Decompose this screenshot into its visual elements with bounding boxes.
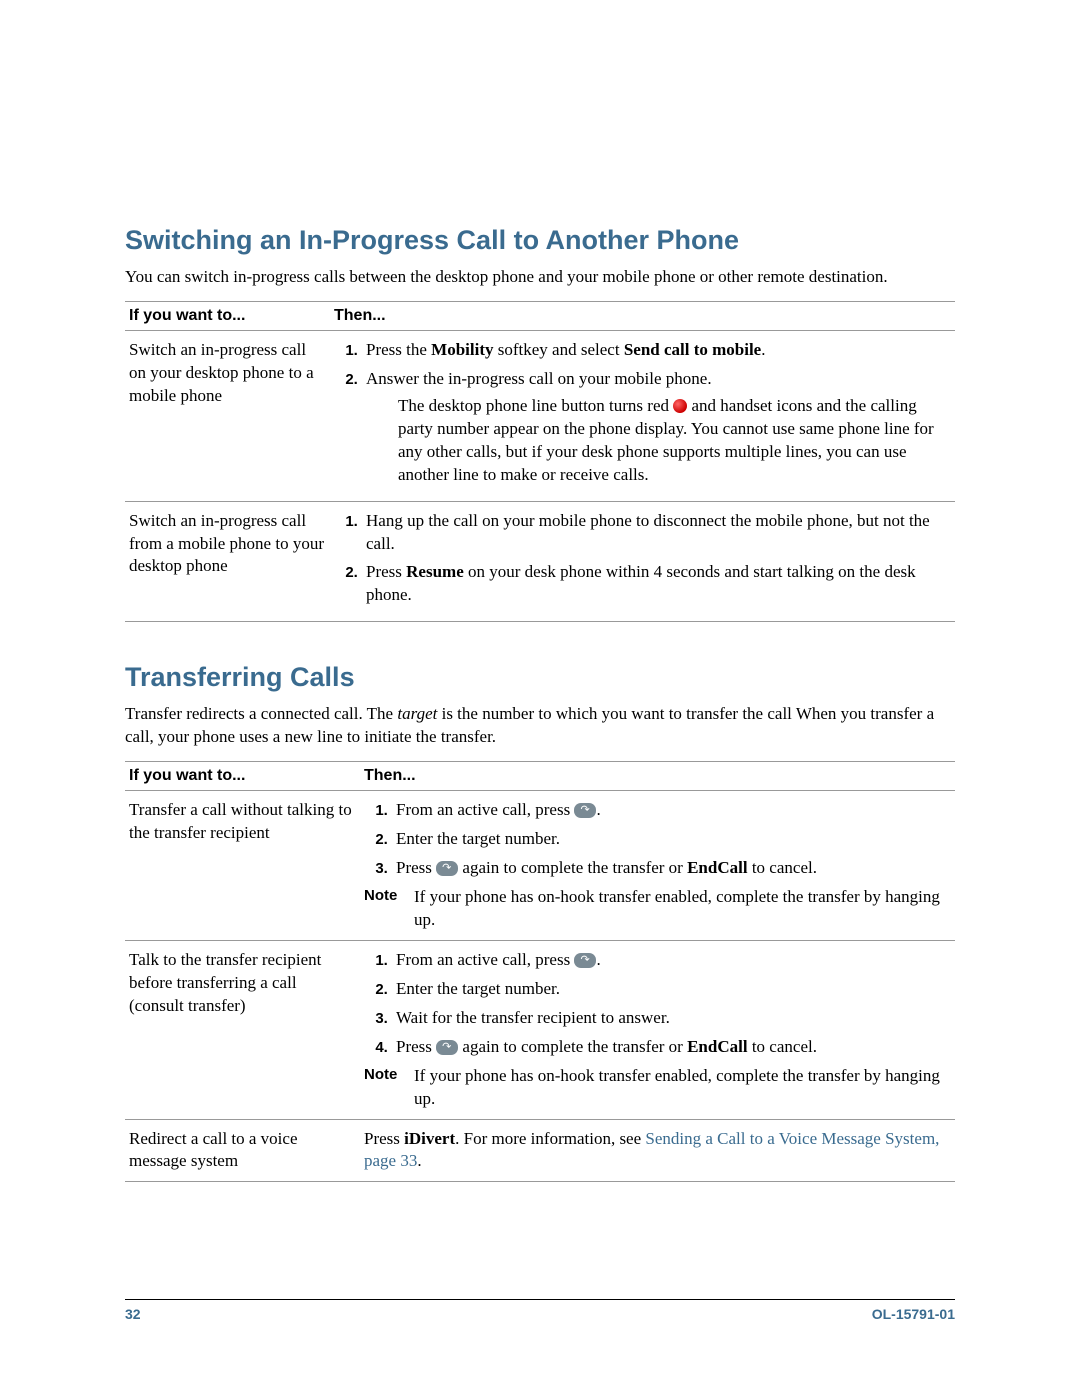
text: Press the xyxy=(366,340,431,359)
heading-switching: Switching an In-Progress Call to Another… xyxy=(125,225,955,256)
text: Press xyxy=(396,858,436,877)
table-switching: If you want to... Then... Switch an in-p… xyxy=(125,301,955,622)
text: Press xyxy=(366,562,406,581)
intro-switching: You can switch in-progress calls between… xyxy=(125,266,955,289)
table-row: Transfer a call without talking to the t… xyxy=(125,791,955,941)
table-transferring: If you want to... Then... Transfer a cal… xyxy=(125,761,955,1182)
softkey-name: Resume xyxy=(406,562,464,581)
text: . xyxy=(596,950,600,969)
transfer-icon xyxy=(436,1040,458,1055)
text: . xyxy=(761,340,765,359)
table-row: Switch an in-progress call on your deskt… xyxy=(125,330,955,501)
note-label: Note xyxy=(364,1065,414,1111)
cell-steps: Press iDivert. For more information, see… xyxy=(360,1119,955,1182)
text: again to complete the transfer or xyxy=(458,858,687,877)
table-header-row: If you want to... Then... xyxy=(125,301,955,330)
text: again to complete the transfer or xyxy=(458,1037,687,1056)
col-header-then: Then... xyxy=(330,301,955,330)
list-item: Answer the in-progress call on your mobi… xyxy=(362,368,947,487)
text: Press xyxy=(364,1129,404,1148)
intro-transferring: Transfer redirects a connected call. The… xyxy=(125,703,955,749)
cell-steps: From an active call, press . Enter the t… xyxy=(360,940,955,1119)
text: . xyxy=(417,1151,421,1170)
cell-goal: Redirect a call to a voice message syste… xyxy=(125,1119,360,1182)
list-item: Press the Mobility softkey and select Se… xyxy=(362,339,947,362)
note-body: If your phone has on-hook transfer enabl… xyxy=(414,886,947,932)
note: Note If your phone has on-hook transfer … xyxy=(364,886,947,932)
col-header-goal: If you want to... xyxy=(125,301,330,330)
note: Note If your phone has on-hook transfer … xyxy=(364,1065,947,1111)
cell-goal: Switch an in-progress call on your deskt… xyxy=(125,330,330,501)
cell-steps: Press the Mobility softkey and select Se… xyxy=(330,330,955,501)
text: Answer the in-progress call on your mobi… xyxy=(366,369,712,388)
transfer-icon xyxy=(436,861,458,876)
text: From an active call, press xyxy=(396,950,574,969)
list-item: Hang up the call on your mobile phone to… xyxy=(362,510,947,556)
list-item: Press again to complete the transfer or … xyxy=(392,1036,947,1059)
note-label: Note xyxy=(364,886,414,932)
cell-goal: Transfer a call without talking to the t… xyxy=(125,791,360,941)
menu-option: Send call to mobile xyxy=(624,340,761,359)
text: Press xyxy=(396,1037,436,1056)
text: to cancel. xyxy=(748,858,817,877)
table-row: Switch an in-progress call from a mobile… xyxy=(125,501,955,622)
text: to cancel. xyxy=(748,1037,817,1056)
red-line-icon xyxy=(673,399,687,413)
text: softkey and select xyxy=(494,340,624,359)
softkey-name: Mobility xyxy=(431,340,493,359)
table-header-row: If you want to... Then... xyxy=(125,762,955,791)
list-item: Enter the target number. xyxy=(392,828,947,851)
list-item: From an active call, press . xyxy=(392,949,947,972)
text: . For more information, see xyxy=(455,1129,645,1148)
softkey-name: EndCall xyxy=(687,858,747,877)
page-number: 32 xyxy=(125,1306,141,1322)
text: Transfer redirects a connected call. The xyxy=(125,704,397,723)
table-row: Redirect a call to a voice message syste… xyxy=(125,1119,955,1182)
cell-steps: Hang up the call on your mobile phone to… xyxy=(330,501,955,622)
page: Switching an In-Progress Call to Another… xyxy=(0,0,1080,1397)
list-item: From an active call, press . xyxy=(392,799,947,822)
step-detail: The desktop phone line button turns red … xyxy=(366,395,947,487)
list-item: Press again to complete the transfer or … xyxy=(392,857,947,880)
cell-goal: Switch an in-progress call from a mobile… xyxy=(125,501,330,622)
transfer-icon xyxy=(574,953,596,968)
text: . xyxy=(596,800,600,819)
text: From an active call, press xyxy=(396,800,574,819)
heading-transferring: Transferring Calls xyxy=(125,662,955,693)
cell-goal: Talk to the transfer recipient before tr… xyxy=(125,940,360,1119)
col-header-goal: If you want to... xyxy=(125,762,360,791)
note-body: If your phone has on-hook transfer enabl… xyxy=(414,1065,947,1111)
page-footer: 32 OL-15791-01 xyxy=(125,1299,955,1322)
softkey-name: iDivert xyxy=(404,1129,455,1148)
list-item: Press Resume on your desk phone within 4… xyxy=(362,561,947,607)
list-item: Enter the target number. xyxy=(392,978,947,1001)
col-header-then: Then... xyxy=(360,762,955,791)
doc-number: OL-15791-01 xyxy=(872,1306,955,1322)
list-item: Wait for the transfer recipient to answe… xyxy=(392,1007,947,1030)
text: The desktop phone line button turns red xyxy=(398,396,673,415)
softkey-name: EndCall xyxy=(687,1037,747,1056)
cell-steps: From an active call, press . Enter the t… xyxy=(360,791,955,941)
table-row: Talk to the transfer recipient before tr… xyxy=(125,940,955,1119)
transfer-icon xyxy=(574,803,596,818)
term: target xyxy=(397,704,437,723)
